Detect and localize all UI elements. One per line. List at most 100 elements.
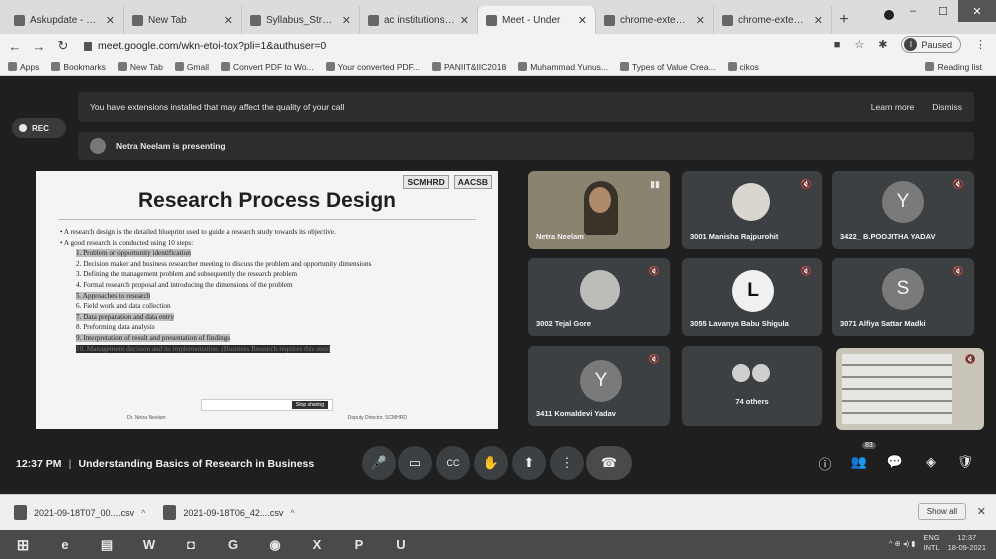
- bookmark-label: Gmail: [186, 61, 210, 72]
- download-item[interactable]: 2021-09-18T06_42....csv ^: [163, 505, 295, 520]
- excel-icon[interactable]: X: [306, 535, 328, 555]
- chrome-icon[interactable]: G: [222, 535, 244, 555]
- reading-list-button[interactable]: Reading list: [924, 62, 982, 72]
- participant-tile[interactable]: 🔇 3001 Manisha Rajpurohit: [682, 171, 822, 249]
- tab-close-icon[interactable]: ✕: [460, 14, 469, 27]
- site-icon: [620, 62, 630, 71]
- others-tile[interactable]: 74 others: [682, 346, 822, 426]
- self-view-tile[interactable]: 🔇: [836, 348, 984, 430]
- stop-sharing-button[interactable]: Stop sharing: [291, 401, 328, 409]
- tab-close-icon[interactable]: ✕: [106, 14, 115, 27]
- bookmark-types-of-value[interactable]: Types of Value Crea...: [620, 62, 716, 72]
- present-now-button[interactable]: ⬆: [512, 446, 546, 480]
- participant-tile[interactable]: S 🔇 3071 Alfiya Sattar Madki: [832, 258, 974, 336]
- recording-badge[interactable]: REC: [12, 118, 66, 138]
- bookmark-star-icon[interactable]: ☆: [854, 38, 864, 51]
- word-icon[interactable]: W: [138, 535, 160, 555]
- tray-icons[interactable]: ^ ⊕ ◂) ▮: [889, 539, 915, 548]
- tab-meet[interactable]: Meet - Under ✕: [478, 6, 596, 34]
- file-explorer-icon[interactable]: ▤: [96, 535, 118, 555]
- profile-avatar: I: [904, 38, 918, 51]
- tab-syllabus[interactable]: Syllabus_Strategic ✕: [242, 6, 360, 34]
- maximize-button[interactable]: ☐: [928, 0, 958, 22]
- address-bar-row: ← → ↻ meet.google.com/wkn-etoi-tox?pli=1…: [0, 34, 996, 58]
- bookmark-apps[interactable]: Apps: [8, 62, 39, 72]
- participant-tile[interactable]: ▮▮ Netra Neelam: [528, 171, 670, 249]
- activities-icon[interactable]: ◈: [920, 454, 942, 470]
- download-item[interactable]: 2021-09-18T07_00....csv ^: [14, 505, 145, 520]
- tab-search-icon[interactable]: [884, 10, 894, 20]
- forward-icon[interactable]: →: [32, 39, 46, 54]
- lock-icon[interactable]: [84, 41, 92, 51]
- audio-level-icon: ▮▮: [650, 179, 660, 189]
- outlook-icon[interactable]: ◘: [180, 535, 202, 555]
- bookmark-muhammad-yunus[interactable]: Muhammad Yunus...: [518, 62, 608, 72]
- tab-close-icon[interactable]: ✕: [696, 14, 705, 27]
- participant-tile[interactable]: Y 🔇 3422_ B.POOJITHA YADAV: [832, 171, 974, 249]
- self-view-video: [842, 354, 952, 424]
- tab-askupdate[interactable]: Askupdate - What's ✕: [6, 6, 124, 34]
- media-player-icon[interactable]: ◉: [264, 535, 286, 555]
- participant-tile[interactable]: L 🔇 3055 Lavanya Babu Shigula: [682, 258, 822, 336]
- slide-step: 2. Decision maker and business researche…: [76, 259, 372, 268]
- bookmark-cikos[interactable]: cikos: [727, 62, 759, 72]
- chevron-up-icon[interactable]: ^: [290, 508, 294, 518]
- tab-chrome-extension-2[interactable]: chrome-extension ✕: [714, 6, 832, 34]
- microphone-button[interactable]: 🎤: [362, 446, 396, 480]
- close-window-button[interactable]: ✕: [958, 0, 996, 22]
- profile-button[interactable]: I Paused: [901, 36, 961, 53]
- tab-new-tab[interactable]: New Tab ✕: [124, 6, 242, 34]
- downloads-bar: 2021-09-18T07_00....csv ^ 2021-09-18T06_…: [0, 494, 996, 530]
- captions-button[interactable]: CC: [436, 446, 470, 480]
- participant-tile[interactable]: Y 🔇 3411 Komaldevi Yadav: [528, 346, 670, 426]
- raise-hand-button[interactable]: ✋: [474, 446, 508, 480]
- tab-close-icon[interactable]: ✕: [342, 14, 351, 27]
- host-controls-icon[interactable]: 🛡: [954, 454, 976, 470]
- camera-indicator-icon[interactable]: ■: [834, 39, 841, 51]
- people-icon[interactable]: 👥: [848, 454, 870, 470]
- tab-institutions[interactable]: ac institutions sele ✕: [360, 6, 478, 34]
- bookmark-gmail[interactable]: Gmail: [174, 61, 210, 72]
- bookmark-new-tab[interactable]: New Tab: [117, 62, 163, 72]
- minimize-button[interactable]: –: [898, 0, 928, 22]
- bookmark-converted-pdf[interactable]: Your converted PDF...: [325, 62, 420, 72]
- banner-message: You have extensions installed that may a…: [90, 102, 345, 112]
- meeting-details-icon[interactable]: ⓘ: [814, 454, 836, 473]
- reading-list-icon: [924, 62, 934, 71]
- participant-tile[interactable]: 🔇 3002 Tejal Gore: [528, 258, 670, 336]
- powerpoint-icon[interactable]: P: [348, 535, 370, 555]
- tab-close-icon[interactable]: ✕: [814, 14, 823, 27]
- learn-more-link[interactable]: Learn more: [871, 102, 914, 112]
- chevron-up-icon[interactable]: ^: [141, 508, 145, 518]
- leave-call-button[interactable]: ☎: [586, 446, 632, 480]
- chat-icon[interactable]: 💬: [884, 454, 906, 470]
- system-clock[interactable]: 12:37 18-09-2021: [948, 533, 986, 553]
- back-icon[interactable]: ←: [8, 39, 22, 54]
- tab-close-icon[interactable]: ✕: [578, 14, 587, 27]
- reload-icon[interactable]: ↻: [56, 38, 70, 54]
- bookmark-label: Muhammad Yunus...: [530, 61, 609, 72]
- tab-close-icon[interactable]: ✕: [224, 14, 233, 27]
- new-tab-button[interactable]: +: [832, 6, 856, 34]
- dismiss-button[interactable]: Dismiss: [932, 102, 962, 112]
- slide-title: Research Process Design: [138, 189, 396, 212]
- bookmark-convert-pdf[interactable]: Convert PDF to Wo...: [221, 62, 314, 72]
- tab-chrome-extension-1[interactable]: chrome-extension ✕: [596, 6, 714, 34]
- url-field[interactable]: meet.google.com/wkn-etoi-tox?pli=1&authu…: [84, 37, 824, 55]
- slide-step: 6. Field work and data collection: [76, 302, 171, 311]
- presenting-text: Netra Neelam is presenting: [116, 141, 226, 151]
- present-icon: ⬆: [523, 455, 535, 470]
- language-indicator[interactable]: ENG INTL: [923, 533, 939, 553]
- close-downloads-icon[interactable]: ✕: [977, 505, 986, 518]
- camera-button[interactable]: ▭: [398, 446, 432, 480]
- bookmark-bookmarks[interactable]: Bookmarks: [51, 62, 106, 72]
- bookmark-paniit[interactable]: PANIIT&IIC2018: [432, 62, 506, 72]
- show-all-button[interactable]: Show all: [917, 503, 966, 520]
- extensions-icon[interactable]: ✱: [878, 38, 887, 51]
- browser-menu-icon[interactable]: ⋮: [975, 38, 986, 51]
- windows-start-icon[interactable]: ⊞: [12, 535, 34, 555]
- csv-file-icon: [163, 505, 177, 520]
- more-options-button[interactable]: ⋮: [550, 446, 584, 480]
- internet-explorer-icon[interactable]: e: [54, 535, 76, 555]
- uc-browser-icon[interactable]: U: [390, 535, 412, 555]
